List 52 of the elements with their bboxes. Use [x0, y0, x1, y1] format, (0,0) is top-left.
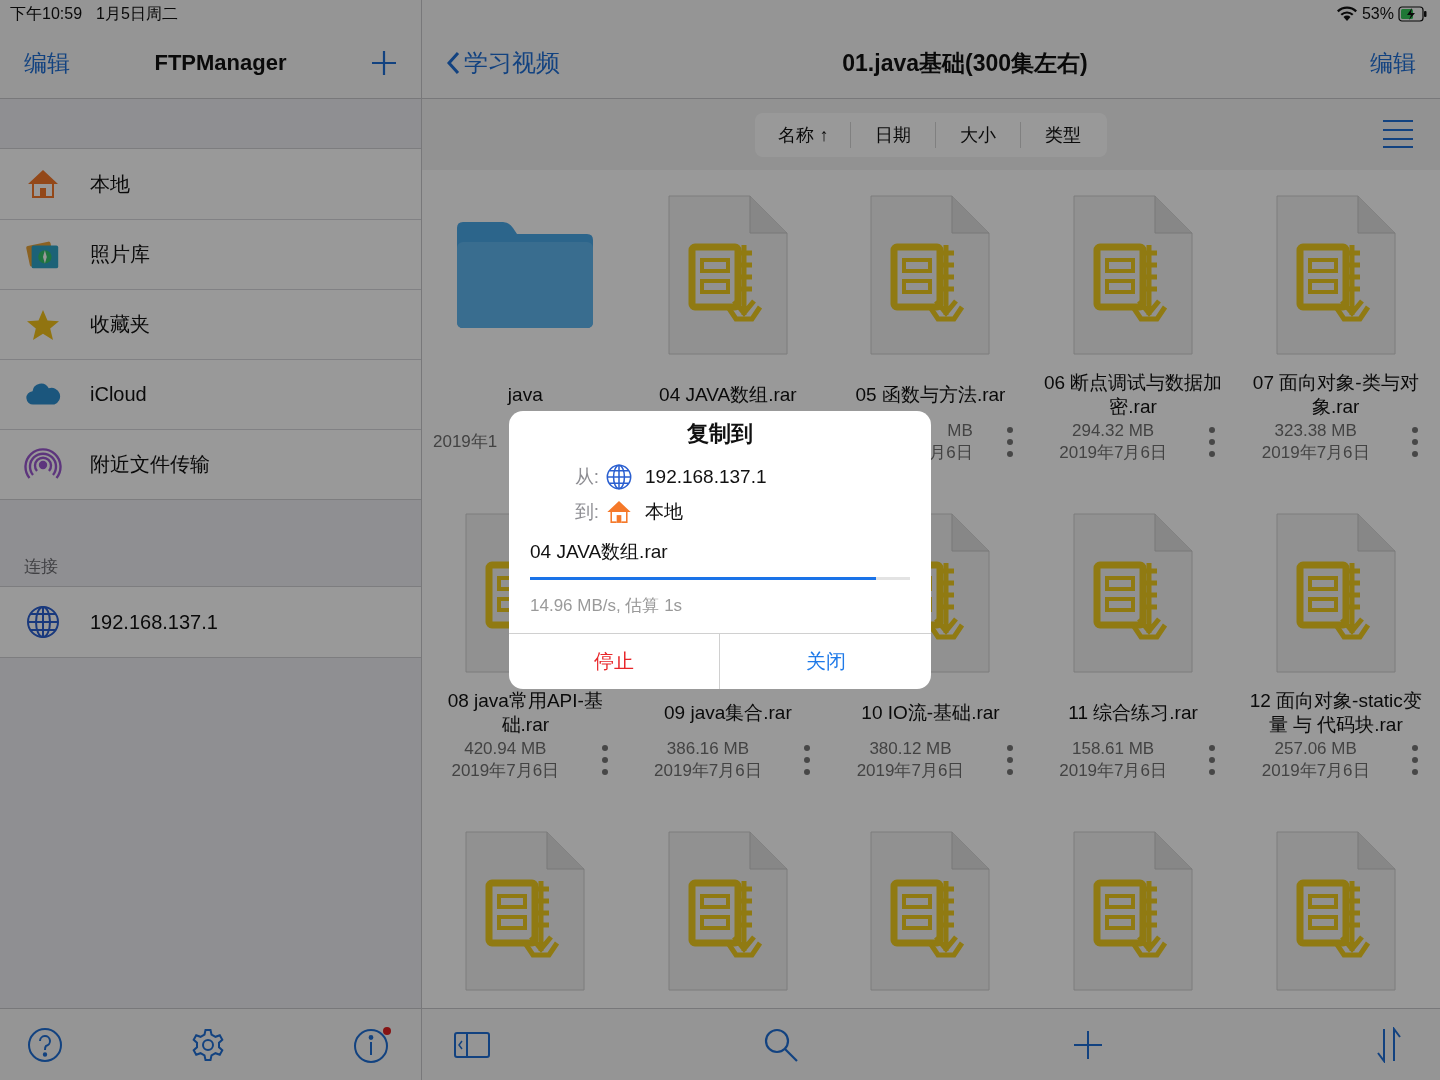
- file-name: java: [507, 382, 543, 407]
- file-date: 月6日: [929, 442, 973, 464]
- file-name: 10 IO流-基础.rar: [861, 700, 1000, 725]
- file-size: 420.94 MB: [464, 738, 547, 760]
- file-date: 2019年7月6日: [856, 760, 965, 782]
- battery-percent: 53%: [1361, 5, 1394, 23]
- sort-option[interactable]: 大小: [934, 121, 1020, 148]
- close-button[interactable]: 关闭: [720, 634, 931, 689]
- file-name: 04 JAVA数组.rar: [659, 382, 797, 407]
- file-name: 04 JAVA数组.rar: [530, 541, 668, 562]
- file-name: 11 综合练习.rar: [1068, 700, 1198, 725]
- file-date: 2019年7月6日: [1261, 760, 1370, 782]
- folder-title: 01.java基础(300集左右): [842, 48, 1088, 78]
- transfer-speed: 14.96 MB/s, 估算 1s: [529, 595, 684, 617]
- status-date: 1月5日周二: [96, 3, 178, 24]
- file-size: 386.16 MB: [666, 738, 749, 760]
- file-date: 2019年7月6日: [451, 760, 560, 782]
- file-name: 09 java集合.rar: [664, 700, 792, 725]
- dialog-title: 复制到: [686, 420, 754, 448]
- file-date: 2019年7月6日: [1261, 442, 1370, 464]
- sidebar-item[interactable]: 收藏夹: [0, 289, 421, 359]
- file-name: 06 断点调试与数据加密.rar: [1043, 370, 1223, 419]
- stop-button[interactable]: 停止: [509, 634, 720, 689]
- sort-option[interactable]: 名称 ↑: [757, 121, 850, 148]
- file-name: 12 面向对象-static变量 与 代码块.rar: [1248, 688, 1423, 737]
- file-name: 05 函数与方法.rar: [855, 382, 1006, 407]
- file-size: 323.38 MB: [1274, 420, 1357, 442]
- to-label: 到:: [573, 499, 600, 524]
- file-size: 294.32 MB: [1071, 420, 1155, 442]
- file-date: 2019年7月6日: [1059, 760, 1167, 782]
- file-size: 380.12 MB: [869, 738, 952, 760]
- sort-option[interactable]: 类型: [1019, 121, 1105, 148]
- file-size: 158.61 MB: [1071, 738, 1155, 760]
- sidebar-title: FTPManager: [154, 50, 287, 76]
- sidebar-item[interactable]: 照片库: [0, 219, 421, 289]
- sidebar-item[interactable]: 本地: [0, 149, 421, 219]
- destination-name: 本地: [645, 499, 684, 524]
- file-date: 2019年7月6日: [654, 760, 762, 782]
- source-name: 192.168.137.1: [645, 465, 768, 488]
- sidebar-item[interactable]: iCloud: [0, 359, 421, 429]
- sort-option[interactable]: 日期: [849, 121, 935, 148]
- file-name: 08 java常用API-基础.rar: [446, 688, 604, 737]
- sidebar-item[interactable]: 附近文件传输: [0, 429, 421, 499]
- file-size: 257.06 MB: [1274, 738, 1357, 760]
- section-label: 连接: [24, 556, 58, 578]
- file-name: 07 面向对象-类与对象.rar: [1251, 370, 1420, 419]
- from-label: 从:: [573, 464, 600, 489]
- file-date: 2019年1: [433, 431, 498, 453]
- connection-item[interactable]: 192.168.137.1: [0, 587, 421, 657]
- file-size: MB: [947, 420, 973, 442]
- status-time: 下午10:59: [10, 3, 83, 24]
- file-date: 2019年7月6日: [1059, 442, 1167, 464]
